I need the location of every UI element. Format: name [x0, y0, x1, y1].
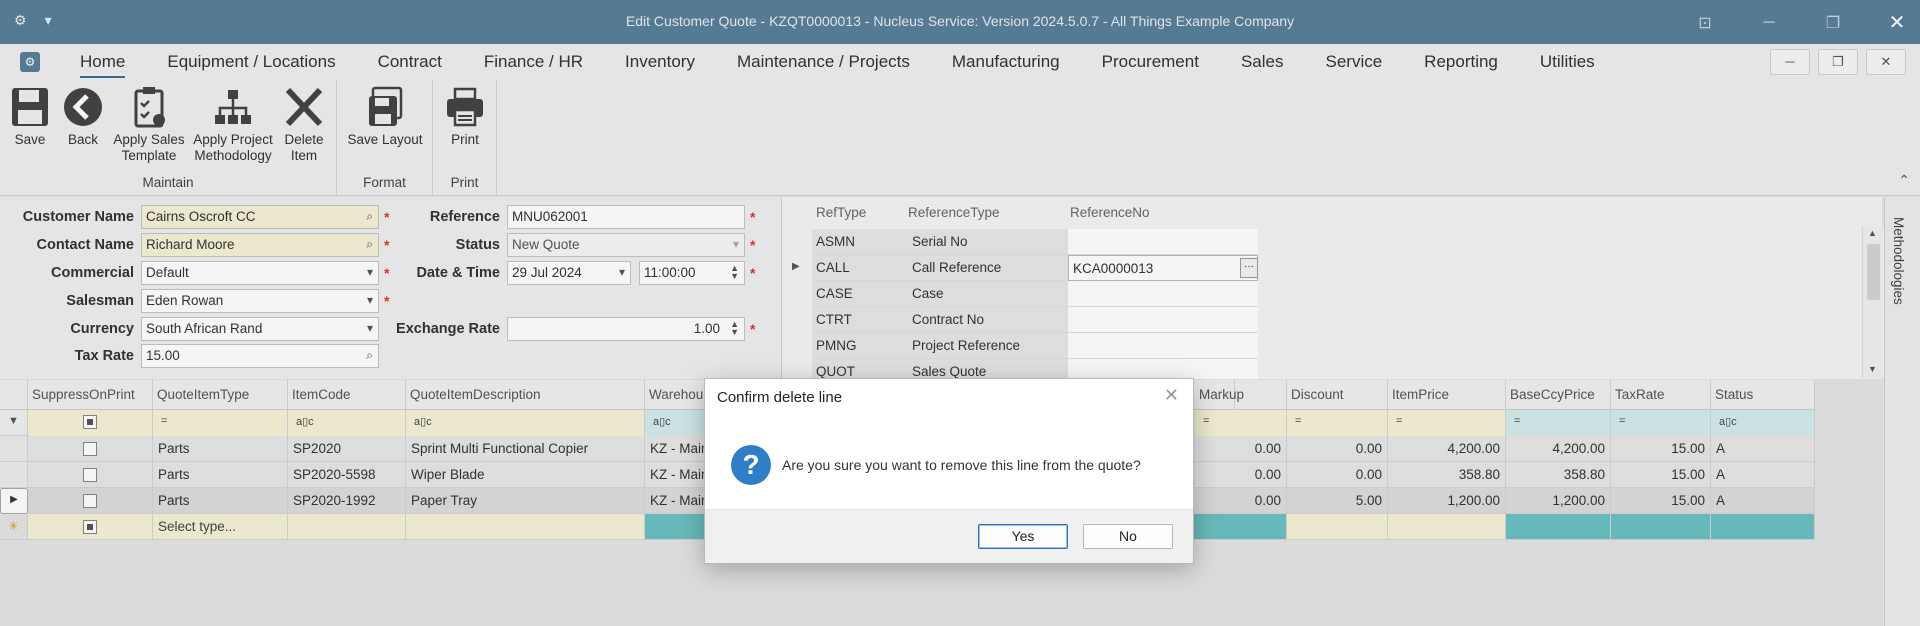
dialog-message: Are you sure you want to remove this lin… — [782, 457, 1141, 473]
dialog-footer: Yes No — [705, 509, 1193, 563]
dialog-title: Confirm delete line — [717, 389, 843, 406]
close-icon[interactable]: ✕ — [1164, 385, 1179, 406]
no-button[interactable]: No — [1083, 524, 1173, 549]
question-icon: ? — [731, 445, 771, 485]
yes-button[interactable]: Yes — [978, 524, 1068, 549]
confirm-delete-dialog: Confirm delete line ✕ ? Are you sure you… — [704, 378, 1194, 564]
